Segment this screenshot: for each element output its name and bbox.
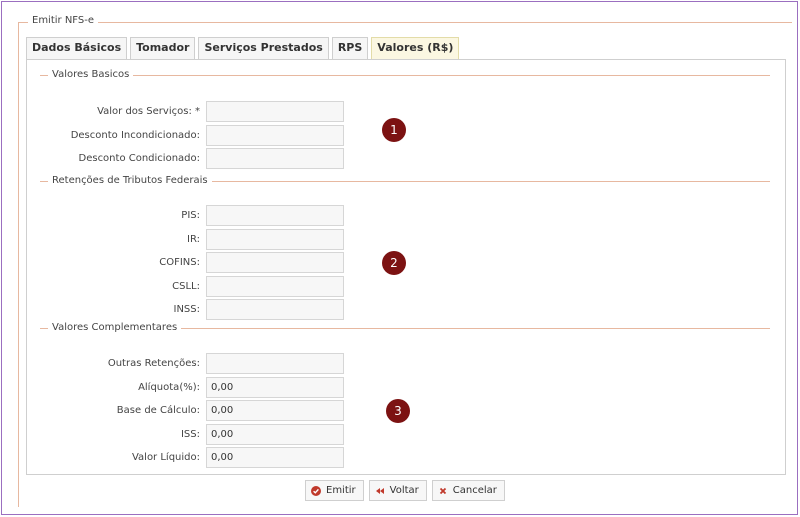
base-calculo-label: Base de Cálculo: — [116, 405, 200, 416]
iss-label: ISS: — [180, 429, 200, 440]
step-badge-2: 2 — [382, 251, 406, 275]
tab-rps[interactable]: RPS — [331, 37, 369, 59]
valor-liquido-input[interactable] — [206, 447, 344, 468]
form-border-left — [18, 22, 19, 507]
rewind-icon — [375, 486, 385, 496]
pis-label: PIS: — [181, 210, 200, 221]
section-basicos-legend: Valores Basicos — [48, 69, 134, 80]
ir-label: IR: — [187, 234, 200, 245]
csll-label: CSLL: — [172, 281, 200, 292]
valor-servicos-label: Valor dos Serviços: * — [97, 106, 200, 117]
cancelar-button[interactable]: Cancelar — [431, 480, 505, 501]
outras-retencoes-input[interactable] — [206, 353, 344, 374]
step-badge-3: 3 — [386, 399, 410, 423]
aliquota-input[interactable] — [206, 377, 344, 398]
tab-servicos-prestados[interactable]: Serviços Prestados — [198, 37, 329, 59]
section-complementares-legend: Valores Complementares — [48, 322, 182, 333]
voltar-button[interactable]: Voltar — [368, 480, 427, 501]
section-retencoes-legend: Retenções de Tributos Federais — [48, 175, 212, 186]
tab-dados-basicos[interactable]: Dados Básicos — [26, 37, 128, 59]
form-legend: Emitir NFS-e — [28, 15, 98, 26]
emitir-button-label: Emitir — [326, 485, 356, 496]
tab-tomador[interactable]: Tomador — [130, 37, 196, 59]
desconto-incondicionado-label: Desconto Incondicionado: — [70, 130, 200, 141]
step-badge-1: 1 — [382, 118, 406, 142]
aliquota-label: Alíquota(%): — [138, 382, 200, 393]
desconto-incondicionado-input[interactable] — [206, 125, 344, 146]
csll-input[interactable] — [206, 276, 344, 297]
pis-input[interactable] — [206, 205, 344, 226]
close-icon — [438, 486, 448, 496]
inss-label: INSS: — [173, 304, 201, 315]
desconto-condicionado-input[interactable] — [206, 148, 344, 169]
cofins-input[interactable] — [206, 252, 344, 273]
tab-valores[interactable]: Valores (R$) — [371, 37, 460, 59]
action-bar: Emitir Voltar Cancelar — [305, 480, 510, 501]
section-basicos-line — [40, 75, 770, 76]
cofins-label: COFINS: — [159, 257, 200, 268]
valor-liquido-label: Valor Líquido: — [131, 452, 200, 463]
emitir-button[interactable]: Emitir — [305, 480, 364, 501]
base-calculo-input[interactable] — [206, 400, 344, 421]
voltar-button-label: Voltar — [389, 485, 419, 496]
tab-bar: Dados Básicos Tomador Serviços Prestados… — [26, 37, 462, 59]
iss-input[interactable] — [206, 424, 344, 445]
check-circle-icon — [311, 485, 321, 496]
outras-retencoes-label: Outras Retenções: — [107, 358, 200, 369]
form-legend-line — [18, 22, 792, 23]
desconto-condicionado-label: Desconto Condicionado: — [78, 153, 201, 164]
inss-input[interactable] — [206, 299, 344, 320]
valor-servicos-input[interactable] — [206, 101, 344, 122]
ir-input[interactable] — [206, 229, 344, 250]
cancelar-button-label: Cancelar — [452, 485, 497, 496]
